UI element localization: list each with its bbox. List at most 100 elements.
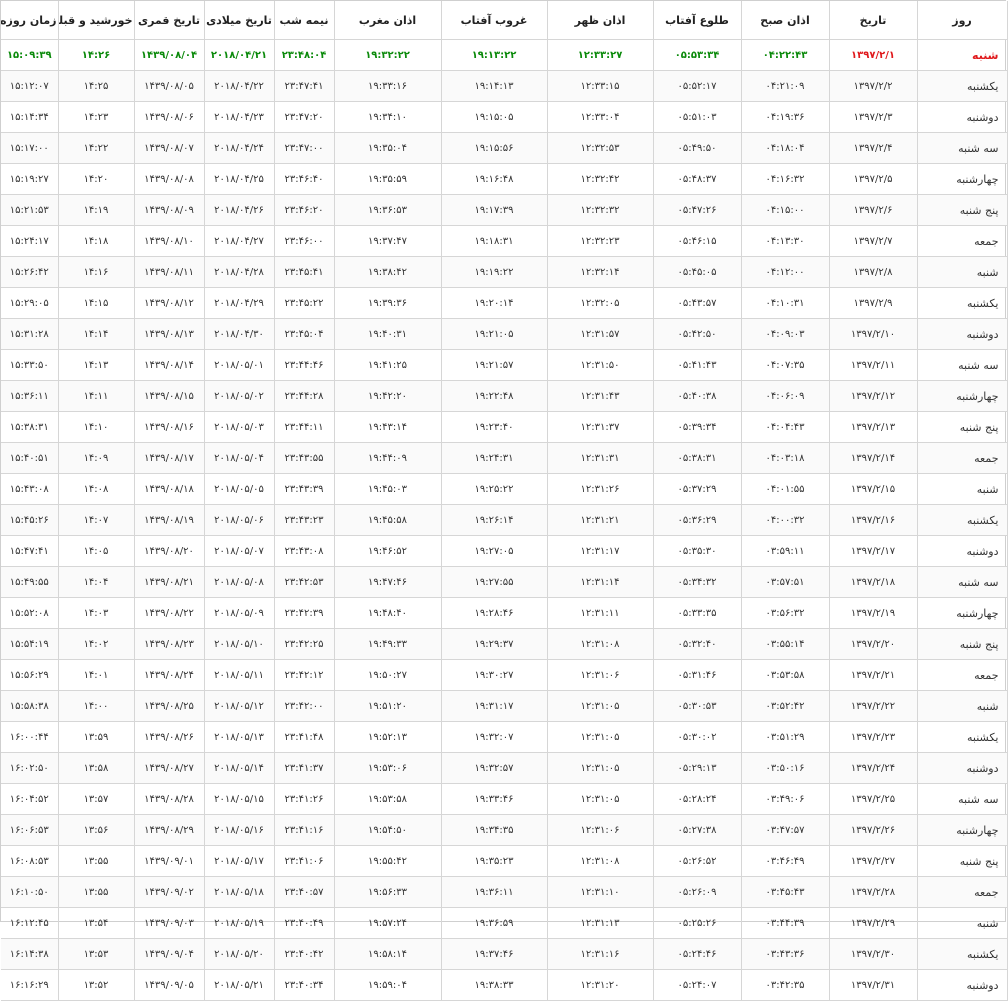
cell-gregorian-date: ۲۰۱۸/۰۵/۱۱ xyxy=(204,659,275,691)
cell-gregorian-date: ۲۰۱۸/۰۴/۲۸ xyxy=(204,256,275,288)
cell-day: شنبه xyxy=(917,256,1008,288)
cell-dhuhr: ۱۲:۳۱:۰۵ xyxy=(547,752,654,784)
header-col-hijri-date: تاریخ قمری xyxy=(134,1,205,40)
cell-day: شنبه xyxy=(917,907,1008,939)
cell-dhuhr: ۱۲:۳۱:۰۵ xyxy=(547,721,654,753)
cell-midnight: ۲۳:۴۵:۲۲ xyxy=(274,287,335,319)
table-row: جمعه ۱۳۹۷/۲/۷ ۰۴:۱۳:۳۰ ۰۵:۴۶:۱۵ ۱۲:۳۲:۲۳ ۱۹:۱… xyxy=(1,225,1008,257)
cell-sunrise: ۰۵:۳۳:۳۵ xyxy=(653,597,742,629)
cell-fast-duration: ۱۶:۱۴:۳۸ xyxy=(1,938,59,970)
cell-fast-duration: ۱۵:۱۴:۳۴ xyxy=(1,101,59,133)
cell-date: ۱۳۹۷/۲/۲۸ xyxy=(829,876,918,908)
cell-sunrise: ۰۵:۳۰:۰۲ xyxy=(653,721,742,753)
cell-day: یکشنبه xyxy=(917,70,1008,102)
cell-date: ۱۳۹۷/۲/۱۳ xyxy=(829,411,918,443)
cell-maghrib: ۱۹:۵۴:۵۰ xyxy=(334,814,442,846)
cell-gregorian-date: ۲۰۱۸/۰۴/۲۹ xyxy=(204,287,275,319)
cell-hijri-date: ۱۴۳۹/۰۸/۰۹ xyxy=(134,194,205,226)
cell-maghrib: ۱۹:۴۶:۵۲ xyxy=(334,535,442,567)
cell-day: دوشنبه xyxy=(917,318,1008,350)
cell-dhuhr: ۱۲:۳۱:۱۳ xyxy=(547,907,654,939)
cell-fajr: ۰۴:۱۰:۳۱ xyxy=(741,287,830,319)
cell-maghrib: ۱۹:۳۵:۰۴ xyxy=(334,132,442,164)
table-row: شنبه ۱۳۹۷/۲/۲۲ ۰۳:۵۲:۴۲ ۰۵:۳۰:۵۳ ۱۲:۳۱:۰۵ ۱۹:… xyxy=(1,690,1008,722)
cell-hijri-date: ۱۴۳۹/۰۸/۲۴ xyxy=(134,659,205,691)
cell-midnight: ۲۳:۴۷:۰۰ xyxy=(274,132,335,164)
cell-fast-duration: ۱۶:۱۲:۴۵ xyxy=(1,907,59,939)
cell-day: یکشنبه xyxy=(917,938,1008,970)
cell-dhuhr: ۱۲:۳۱:۱۷ xyxy=(547,535,654,567)
cell-fajr: ۰۴:۰۷:۳۵ xyxy=(741,349,830,381)
cell-fajr: ۰۳:۴۴:۳۹ xyxy=(741,907,830,939)
cell-qibla: ۱۳:۵۹ xyxy=(58,721,135,753)
cell-date: ۱۳۹۷/۲/۱۵ xyxy=(829,473,918,505)
cell-day: سه شنبه xyxy=(917,132,1008,164)
cell-qibla: ۱۴:۱۱ xyxy=(58,380,135,412)
cell-hijri-date: ۱۴۳۹/۰۹/۰۱ xyxy=(134,845,205,877)
cell-qibla: ۱۴:۱۶ xyxy=(58,256,135,288)
cell-gregorian-date: ۲۰۱۸/۰۵/۲۱ xyxy=(204,969,275,1001)
cell-fajr: ۰۳:۵۱:۲۹ xyxy=(741,721,830,753)
cell-sunset: ۱۹:۳۷:۴۶ xyxy=(441,938,548,970)
cell-date: ۱۳۹۷/۲/۳ xyxy=(829,101,918,133)
table-row: دوشنبه ۱۳۹۷/۲/۳۱ ۰۳:۴۲:۳۵ ۰۵:۲۴:۰۷ ۱۲:۳۱:۲۰ ۱… xyxy=(1,969,1008,1001)
cell-fast-duration: ۱۶:۰۸:۵۳ xyxy=(1,845,59,877)
header-col-sunrise: طلوع آفتاب xyxy=(653,1,742,40)
cell-hijri-date: ۱۴۳۹/۰۸/۰۷ xyxy=(134,132,205,164)
cell-fajr: ۰۳:۴۹:۰۶ xyxy=(741,783,830,815)
table-row: پنج شنبه ۱۳۹۷/۲/۱۳ ۰۴:۰۴:۴۳ ۰۵:۳۹:۳۴ ۱۲:۳۱:۳… xyxy=(1,411,1008,443)
cell-dhuhr: ۱۲:۳۱:۰۶ xyxy=(547,814,654,846)
cell-sunset: ۱۹:۲۱:۵۷ xyxy=(441,349,548,381)
cell-day: یکشنبه xyxy=(917,287,1008,319)
cell-qibla: ۱۳:۵۸ xyxy=(58,752,135,784)
cell-hijri-date: ۱۴۳۹/۰۸/۲۰ xyxy=(134,535,205,567)
cell-day: پنج شنبه xyxy=(917,194,1008,226)
cell-gregorian-date: ۲۰۱۸/۰۵/۰۷ xyxy=(204,535,275,567)
table-row: شنبه ۱۳۹۷/۲/۲۹ ۰۳:۴۴:۳۹ ۰۵:۲۵:۲۶ ۱۲:۳۱:۱۳ ۱۹:… xyxy=(1,907,1008,939)
cell-fast-duration: ۱۵:۳۱:۲۸ xyxy=(1,318,59,350)
cell-sunset: ۱۹:۳۵:۲۳ xyxy=(441,845,548,877)
cell-sunset: ۱۹:۲۹:۳۷ xyxy=(441,628,548,660)
cell-qibla: ۱۴:۰۹ xyxy=(58,442,135,474)
cell-fajr: ۰۴:۱۳:۳۰ xyxy=(741,225,830,257)
header-col-date: تاریخ xyxy=(829,1,918,40)
cell-fast-duration: ۱۵:۳۳:۵۰ xyxy=(1,349,59,381)
cell-maghrib: ۱۹:۴۸:۴۰ xyxy=(334,597,442,629)
cell-date: ۱۳۹۷/۲/۲۶ xyxy=(829,814,918,846)
cell-gregorian-date: ۲۰۱۸/۰۵/۰۲ xyxy=(204,380,275,412)
cell-qibla: ۱۴:۲۲ xyxy=(58,132,135,164)
cell-date: ۱۳۹۷/۲/۱۹ xyxy=(829,597,918,629)
cell-sunset: ۱۹:۱۷:۳۹ xyxy=(441,194,548,226)
cell-fast-duration: ۱۶:۱۰:۵۰ xyxy=(1,876,59,908)
cell-dhuhr: ۱۲:۳۱:۱۱ xyxy=(547,597,654,629)
cell-gregorian-date: ۲۰۱۸/۰۴/۲۳ xyxy=(204,101,275,133)
cell-midnight: ۲۳:۴۱:۴۸ xyxy=(274,721,335,753)
cell-qibla: ۱۳:۵۵ xyxy=(58,876,135,908)
cell-hijri-date: ۱۴۳۹/۰۹/۰۳ xyxy=(134,907,205,939)
cell-sunrise: ۰۵:۲۴:۰۷ xyxy=(653,969,742,1001)
cell-day: دوشنبه xyxy=(917,101,1008,133)
cell-fajr: ۰۴:۲۲:۴۳ xyxy=(741,39,830,71)
cell-day: سه شنبه xyxy=(917,783,1008,815)
cell-sunset: ۱۹:۳۳:۴۶ xyxy=(441,783,548,815)
cell-fast-duration: ۱۶:۰۰:۴۴ xyxy=(1,721,59,753)
header-col-day: روز xyxy=(917,1,1008,40)
cell-midnight: ۲۳:۴۴:۱۱ xyxy=(274,411,335,443)
cell-gregorian-date: ۲۰۱۸/۰۴/۲۴ xyxy=(204,132,275,164)
cell-day: چهارشنبه xyxy=(917,814,1008,846)
cell-date: ۱۳۹۷/۲/۹ xyxy=(829,287,918,319)
cell-sunset: ۱۹:۳۶:۵۹ xyxy=(441,907,548,939)
cell-hijri-date: ۱۴۳۹/۰۸/۱۸ xyxy=(134,473,205,505)
cell-fast-duration: ۱۵:۱۷:۰۰ xyxy=(1,132,59,164)
cell-sunset: ۱۹:۲۰:۱۴ xyxy=(441,287,548,319)
cell-sunset: ۱۹:۲۷:۰۵ xyxy=(441,535,548,567)
cell-qibla: ۱۴:۰۱ xyxy=(58,659,135,691)
table-row: چهارشنبه ۱۳۹۷/۲/۲۶ ۰۳:۴۷:۵۷ ۰۵:۲۷:۳۸ ۱۲:۳۱:۰… xyxy=(1,814,1008,846)
cell-fast-duration: ۱۵:۲۹:۰۵ xyxy=(1,287,59,319)
cell-midnight: ۲۳:۴۱:۲۶ xyxy=(274,783,335,815)
cell-maghrib: ۱۹:۵۹:۰۴ xyxy=(334,969,442,1001)
cell-fast-duration: ۱۵:۵۴:۱۹ xyxy=(1,628,59,660)
cell-sunrise: ۰۵:۵۲:۱۷ xyxy=(653,70,742,102)
cell-day: دوشنبه xyxy=(917,535,1008,567)
cell-hijri-date: ۱۴۳۹/۰۸/۱۵ xyxy=(134,380,205,412)
